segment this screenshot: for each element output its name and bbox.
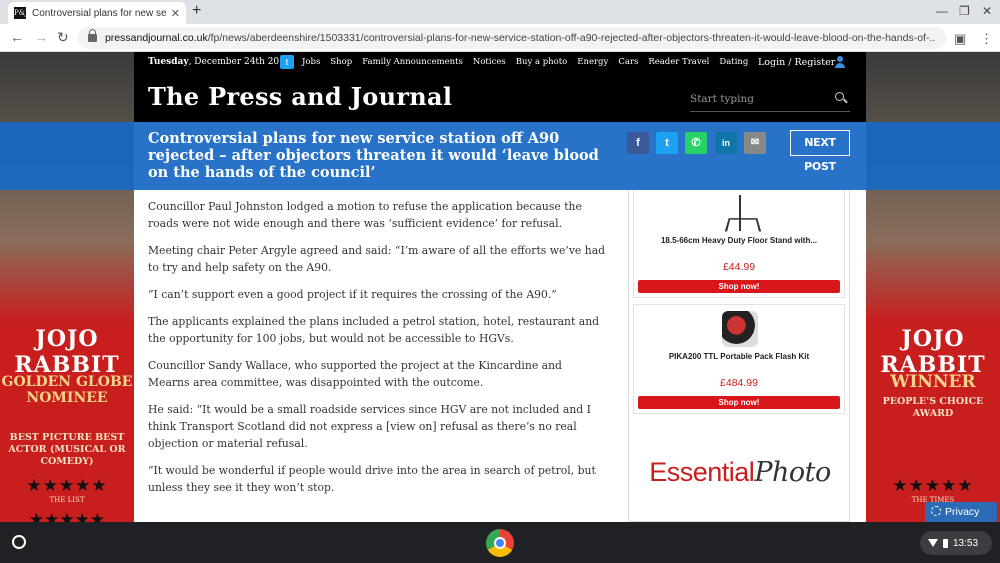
header-date: Tuesday, December 24th 2019 <box>148 57 291 67</box>
email-share-icon[interactable]: ✉ <box>744 132 766 154</box>
article-paragraph: “I can’t support even a good project if … <box>148 288 557 301</box>
ad-award-detail: PEOPLE'S CHOICE AWARD <box>882 396 984 419</box>
nav-link-notices[interactable]: Notices <box>473 57 506 67</box>
search-box <box>690 88 850 112</box>
sidebar-ad: 18.5-66cm Heavy Duty Floor Stand with...… <box>628 186 850 522</box>
tab-title: Controversial plans for new servi <box>32 7 167 19</box>
article-paragraph: “It would be wonderful if people would d… <box>148 464 596 494</box>
product-card[interactable]: 18.5-66cm Heavy Duty Floor Stand with...… <box>633 188 845 298</box>
forward-icon[interactable]: → <box>34 29 48 45</box>
new-tab-icon[interactable]: + <box>192 2 201 20</box>
privacy-button[interactable]: Privacy <box>925 502 997 522</box>
article-paragraph: Meeting chair Peter Argyle agreed and sa… <box>148 244 606 274</box>
site-header: Tuesday, December 24th 2019 t Jobs Shop … <box>134 52 866 122</box>
status-tray[interactable]: 13:53 <box>920 531 992 555</box>
tab-close-icon[interactable]: ✕ <box>171 7 180 20</box>
ad-quote-source: THE LIST <box>49 496 85 504</box>
top-nav: Jobs Shop Family Announcements Notices B… <box>302 57 748 67</box>
nav-link-family-announcements[interactable]: Family Announcements <box>362 57 463 67</box>
url-path: /fp/news/aberdeenshire/1503331/controver… <box>207 32 936 44</box>
nav-link-dating[interactable]: Dating <box>719 57 748 67</box>
article-paragraph: Councillor Paul Johnston lodged a motion… <box>148 200 582 230</box>
floor-stand-image <box>739 195 741 231</box>
url-text: pressandjournal.co.uk/fp/news/aberdeensh… <box>105 32 936 44</box>
article-body: Councillor Paul Johnston lodged a motion… <box>148 198 606 506</box>
url-host: pressandjournal.co.uk <box>104 32 208 44</box>
article-paragraph: Councillor Sandy Wallace, who supported … <box>148 359 562 389</box>
search-input[interactable] <box>690 88 830 110</box>
clock: 13:53 <box>953 537 979 549</box>
minimize-icon[interactable]: — <box>936 4 948 18</box>
extension-icon[interactable]: ▣ <box>954 31 966 47</box>
ad-star-rating: ★★★★★ <box>892 476 974 496</box>
product-price: £44.99 <box>722 261 756 273</box>
privacy-icon <box>931 506 941 516</box>
ad-award-detail: BEST PICTURE BEST ACTOR (MUSICAL OR COME… <box>8 432 126 467</box>
whatsapp-share-icon[interactable]: ✆ <box>685 132 707 154</box>
browser-tab[interactable]: P&J Controversial plans for new servi ✕ <box>8 2 186 24</box>
nav-link-reader-travel[interactable]: Reader Travel <box>648 57 709 67</box>
site-favicon-icon: P&J <box>14 7 28 19</box>
nav-link-energy[interactable]: Energy <box>577 57 608 67</box>
next-post-button[interactable]: NEXT POST <box>790 130 850 173</box>
nav-link-jobs[interactable]: Jobs <box>302 57 320 67</box>
nav-link-cars[interactable]: Cars <box>618 57 638 67</box>
facebook-share-icon[interactable]: f <box>627 132 649 154</box>
ad-award: WINNER <box>890 372 976 392</box>
ad-star-rating: ★★★★★ <box>28 510 106 522</box>
flash-kit-image <box>722 311 758 347</box>
search-icon[interactable] <box>835 92 844 101</box>
shop-now-button[interactable]: Shop now! <box>638 280 840 293</box>
shop-now-button[interactable]: Shop now! <box>638 396 840 409</box>
wifi-icon <box>928 539 938 547</box>
linkedin-share-icon[interactable]: in <box>715 132 737 154</box>
menu-dots-icon[interactable]: ⋮ <box>980 31 993 47</box>
advertiser-logo[interactable]: EssentialPhoto <box>637 457 843 488</box>
article-paragraph: The applicants explained the plans inclu… <box>148 315 600 345</box>
web-page: JOJO RABBIT GOLDEN GLOBE NOMINEE BEST PI… <box>0 52 1000 522</box>
lock-icon <box>88 29 97 42</box>
address-bar[interactable]: pressandjournal.co.uk/fp/news/aberdeensh… <box>78 27 946 49</box>
product-price: £484.99 <box>720 377 758 389</box>
reload-icon[interactable]: ↻ <box>57 29 69 46</box>
product-card[interactable]: PIKA200 TTL Portable Pack Flash Kit £484… <box>633 304 845 414</box>
sticky-article-header: Controversial plans for new service stat… <box>0 122 1000 190</box>
product-name: 18.5-66cm Heavy Duty Floor Stand with... <box>660 236 818 245</box>
ad-award: GOLDEN GLOBE NOMINEE <box>1 374 133 406</box>
battery-icon <box>943 538 948 548</box>
site-logo[interactable]: The Press and Journal <box>148 82 452 111</box>
ad-star-rating: ★★★★★ <box>26 476 108 496</box>
chrome-app-icon[interactable] <box>486 529 514 557</box>
nav-link-shop[interactable]: Shop <box>330 57 352 67</box>
os-shelf: 13:53 <box>0 522 1000 563</box>
twitter-icon[interactable]: t <box>280 55 294 69</box>
ad-movie-title: JOJO RABBIT <box>14 326 120 378</box>
article-paragraph: He said: “It would be a small roadside s… <box>148 403 591 450</box>
nav-link-buy-a-photo[interactable]: Buy a photo <box>516 57 568 67</box>
product-name: PIKA200 TTL Portable Pack Flash Kit <box>668 352 810 361</box>
login-register-link[interactable]: Login / Register <box>758 57 835 68</box>
user-icon[interactable] <box>834 56 846 68</box>
launcher-icon[interactable] <box>12 535 26 549</box>
restore-icon[interactable]: ❐ <box>959 4 970 18</box>
tab-strip: P&J Controversial plans for new servi ✕ … <box>0 0 1000 24</box>
browser-toolbar: ← → ↻ pressandjournal.co.uk/fp/news/aber… <box>0 24 1000 52</box>
close-window-icon[interactable]: ✕ <box>982 4 992 18</box>
twitter-share-icon[interactable]: t <box>656 132 678 154</box>
back-icon[interactable]: ← <box>10 29 24 45</box>
ad-movie-title: JOJO RABBIT <box>880 326 986 378</box>
article-title: Controversial plans for new service stat… <box>148 130 599 181</box>
